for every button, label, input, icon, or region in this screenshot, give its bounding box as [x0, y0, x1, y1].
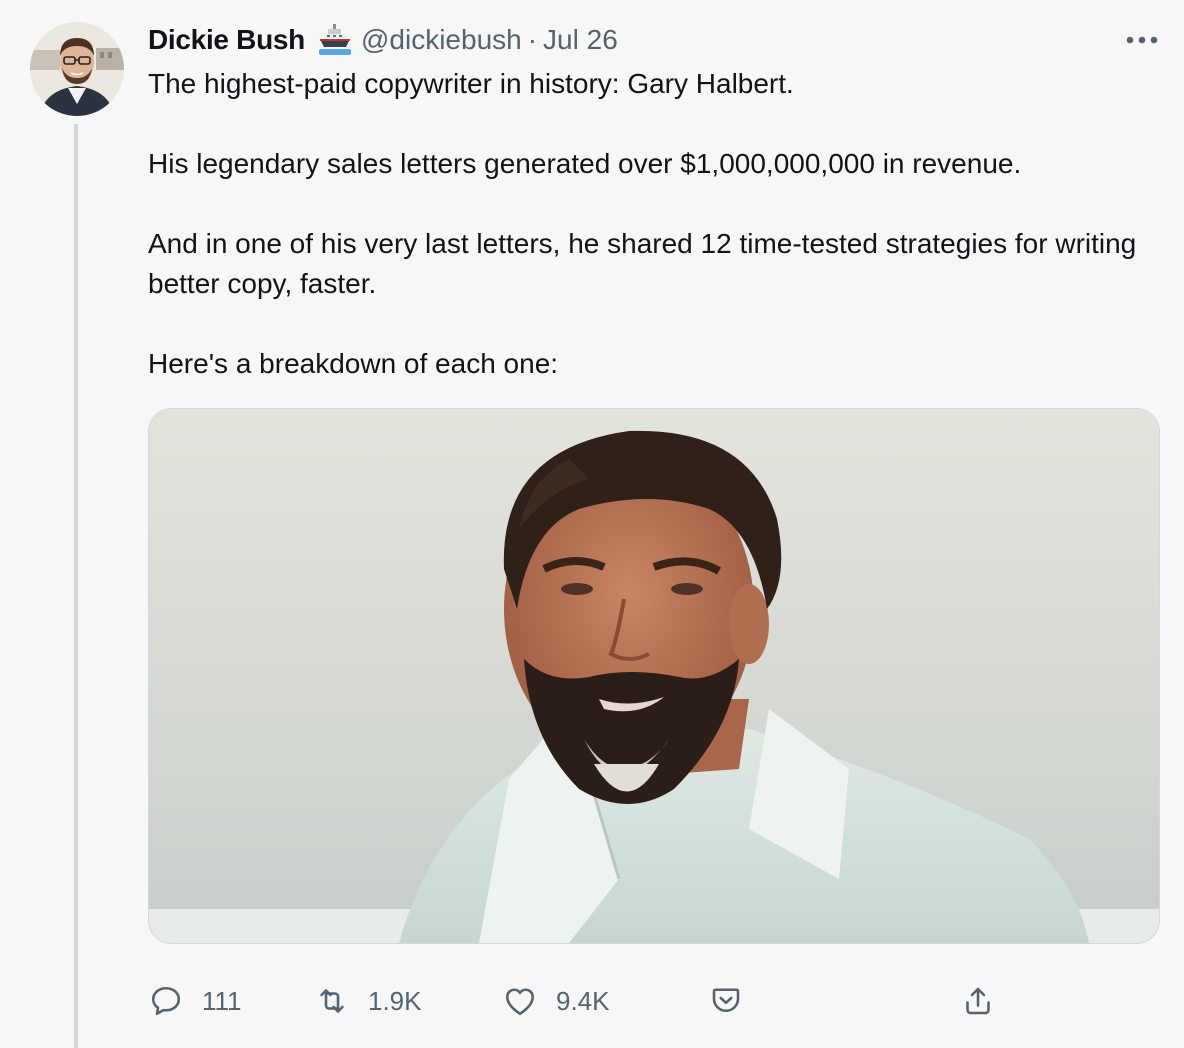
author-name[interactable]: Dickie Bush — [148, 24, 305, 56]
heart-icon — [505, 988, 535, 1016]
reply-icon — [151, 986, 181, 1016]
author-avatar[interactable] — [30, 22, 124, 116]
ship-emoji-icon — [317, 22, 353, 58]
like-count: 9.4K — [556, 985, 610, 1016]
photo-of-bearded-man — [149, 409, 1159, 943]
retweet-icon — [320, 989, 344, 1013]
tweet-paragraph: His legendary sales letters generated ov… — [148, 148, 1022, 179]
reply-count: 111 — [202, 985, 242, 1016]
more-icon[interactable] — [1120, 22, 1164, 58]
tweet-actions-bar: 111 1.9K 9.4K — [148, 978, 1048, 1024]
tweet-date[interactable]: Jul 26 — [543, 24, 618, 56]
tweet-media-photo[interactable] — [148, 408, 1160, 944]
share-icon — [966, 987, 990, 1015]
tweet-paragraph: And in one of his very last letters, he … — [148, 228, 1137, 299]
author-handle[interactable]: @dickiebush — [361, 24, 522, 56]
tweet-paragraph: The highest-paid copywriter in history: … — [148, 68, 794, 99]
tweet-paragraph: Here's a breakdown of each one: — [148, 348, 559, 379]
save-icon — [712, 988, 740, 1013]
avatar-image — [30, 22, 124, 116]
like-button[interactable]: 9.4K — [502, 978, 610, 1024]
reply-button[interactable]: 111 — [148, 978, 242, 1024]
retweet-count: 1.9K — [368, 985, 422, 1016]
tweet-header: Dickie Bush @dickiebush · Jul 26 — [148, 22, 618, 58]
save-button[interactable] — [708, 978, 744, 1024]
share-button[interactable] — [960, 978, 996, 1024]
header-separator: · — [527, 24, 538, 55]
tweet-text: The highest-paid copywriter in history: … — [148, 64, 1148, 384]
thread-connector-line — [74, 124, 78, 1048]
retweet-button[interactable]: 1.9K — [314, 978, 422, 1024]
